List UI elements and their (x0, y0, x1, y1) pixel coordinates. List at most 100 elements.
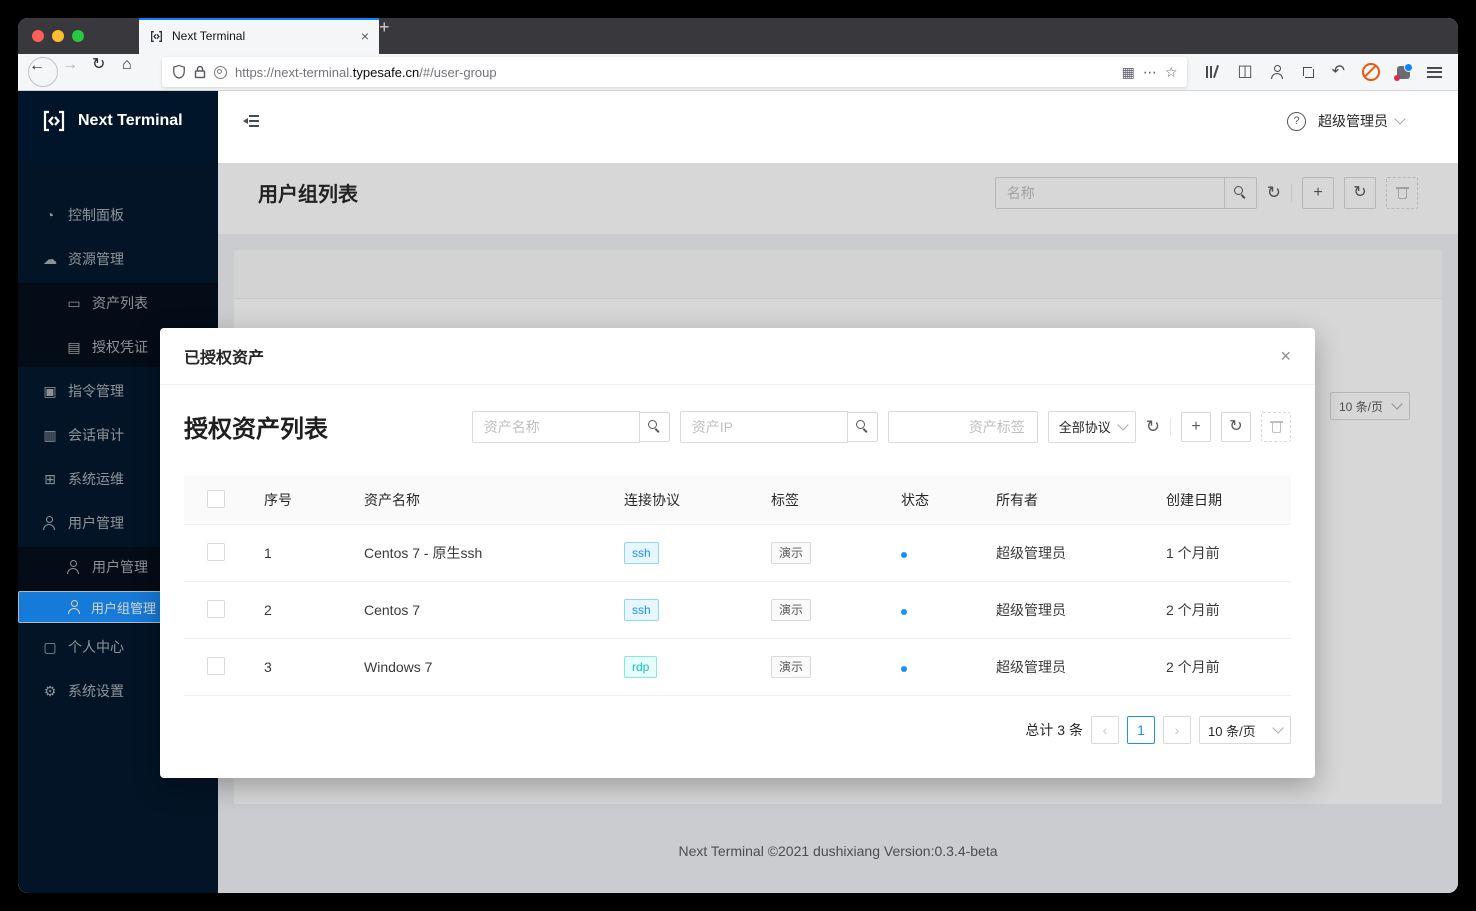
assets-table: 序号 资产名称 连接协议 标签 状态 所有者 创建日期 1 (184, 476, 1291, 696)
favicon-next-terminal (149, 29, 164, 44)
column-header: 序号 (248, 476, 348, 525)
reload-button[interactable]: ↻ (92, 57, 122, 87)
user-menu[interactable]: 超级管理员 (1318, 111, 1404, 131)
screenshot-icon[interactable] (1301, 65, 1315, 79)
permissions-icon[interactable] (214, 66, 227, 79)
asset-name-search-button[interactable] (640, 412, 670, 442)
account-icon[interactable] (1270, 65, 1284, 79)
undo-icon[interactable]: ↶ (1332, 64, 1345, 80)
cell-owner: 超级管理员 (980, 582, 1150, 639)
lock-icon[interactable] (194, 65, 206, 79)
logo-text: Next Terminal (78, 112, 183, 130)
bookmark-star-icon[interactable]: ☆ (1165, 65, 1178, 79)
label-tag: 演示 (771, 542, 811, 564)
macos-zoom-button[interactable] (72, 30, 84, 42)
qr-grid-icon[interactable]: ▦ (1122, 65, 1135, 79)
cell-asset-name: Windows 7 (348, 639, 608, 696)
pagination: 总计 3 条 ‹ 1 › 10 条/页 (184, 716, 1291, 744)
next-page-button[interactable]: › (1163, 716, 1191, 744)
modal-header: 已授权资产 × (160, 328, 1315, 385)
column-header: 资产名称 (348, 476, 608, 525)
page-actions-icon[interactable]: ⋯ (1143, 65, 1157, 79)
protocol-tag: rdp (624, 656, 657, 678)
chevron-down-icon (1117, 419, 1128, 430)
search-icon (856, 420, 869, 433)
blocked-icon[interactable] (1362, 63, 1380, 81)
table-header-row: 序号 资产名称 连接协议 标签 状态 所有者 创建日期 (184, 476, 1291, 525)
asset-filters: 全部协议 ↻ + ↻ (472, 411, 1291, 443)
asset-name-search-group (472, 411, 670, 443)
cell-no: 3 (248, 639, 348, 696)
cell-created: 1 个月前 (1150, 525, 1291, 582)
titlebar: Next Terminal × + (18, 18, 1458, 54)
new-tab-button[interactable]: + (379, 18, 413, 54)
protocol-tag: ssh (624, 599, 659, 621)
pagination-total: 总计 3 条 (1025, 720, 1083, 740)
row-checkbox[interactable] (207, 657, 225, 675)
toolbar-divider (1170, 418, 1171, 436)
sidebar-toggle-icon[interactable]: ◫ (1237, 64, 1252, 80)
asset-tag-input[interactable] (888, 411, 1038, 443)
modal-add-button[interactable]: + (1181, 412, 1211, 442)
asset-ip-input[interactable] (680, 411, 848, 443)
trash-icon (1271, 420, 1282, 433)
macos-close-button[interactable] (32, 30, 44, 42)
status-dot (901, 609, 907, 615)
macos-minimize-button[interactable] (52, 30, 64, 42)
asset-name-input[interactable] (472, 411, 640, 443)
cell-asset-name: Centos 7 - 原生ssh (348, 525, 608, 582)
help-icon[interactable]: ? (1287, 112, 1306, 131)
back-button[interactable]: ← (28, 57, 58, 87)
collapse-menu-icon[interactable] (243, 115, 259, 127)
cell-no: 2 (248, 582, 348, 639)
page-1-button[interactable]: 1 (1127, 716, 1155, 744)
row-checkbox[interactable] (207, 600, 225, 618)
tab-title: Next Terminal (172, 29, 353, 43)
app: Next Terminal ◔ 控制面板 ☁ 资源管理 ▭ 资产列表 (18, 91, 1458, 893)
modal-sync-icon-button[interactable]: ↻ (1146, 418, 1160, 435)
chevron-down-icon (1272, 722, 1283, 733)
menu-icon[interactable] (1427, 67, 1442, 78)
table-row[interactable]: 3 Windows 7 rdp 演示 超级管理员 2 个月前 (184, 639, 1291, 696)
protocol-select[interactable]: 全部协议 (1048, 411, 1136, 443)
row-checkbox[interactable] (207, 543, 225, 561)
cell-no: 1 (248, 525, 348, 582)
tab-close-icon[interactable]: × (361, 29, 369, 43)
asset-ip-search-group (680, 411, 878, 443)
library-icon[interactable] (1205, 65, 1220, 79)
home-button[interactable]: ⌂ (122, 57, 152, 87)
table-row[interactable]: 2 Centos 7 ssh 演示 超级管理员 2 个月前 (184, 582, 1291, 639)
table-row[interactable]: 1 Centos 7 - 原生ssh ssh 演示 超级管理员 1 个月前 (184, 525, 1291, 582)
chevron-down-icon (1394, 114, 1405, 125)
extension-icon[interactable] (1397, 66, 1410, 79)
current-user-label: 超级管理员 (1318, 111, 1388, 131)
modal-page-size-select[interactable]: 10 条/页 (1199, 716, 1291, 744)
asset-ip-search-button[interactable] (848, 412, 878, 442)
cell-created: 2 个月前 (1150, 639, 1291, 696)
modal-refresh-button[interactable]: ↻ (1221, 412, 1251, 442)
forward-button[interactable]: → (62, 57, 92, 87)
modal-close-icon[interactable]: × (1280, 347, 1291, 365)
app-header: ? 超级管理员 (218, 91, 1458, 152)
toolbar-right: ◫ ↶ (1197, 63, 1448, 81)
url-path: /#/user-group (419, 65, 496, 80)
label-tag: 演示 (771, 656, 811, 678)
url-domain: typesafe.cn (353, 65, 420, 80)
browser-tab[interactable]: Next Terminal × (139, 18, 379, 54)
status-dot (901, 552, 907, 558)
modal-delete-button[interactable] (1261, 412, 1291, 442)
modal-body: 授权资产列表 全部协议 (160, 385, 1315, 768)
url-text[interactable]: https://next-terminal.typesafe.cn/#/user… (235, 65, 497, 80)
label-tag: 演示 (771, 599, 811, 621)
url-bar[interactable]: https://next-terminal.typesafe.cn/#/user… (162, 57, 1187, 87)
column-header: 状态 (885, 476, 980, 525)
protocol-tag: ssh (624, 542, 659, 564)
shield-icon[interactable] (172, 64, 186, 80)
next-terminal-logo-icon (40, 107, 68, 135)
navigation-toolbar: ← → ↻ ⌂ https://next-terminal.typesafe.c… (18, 54, 1458, 91)
browser-window: Next Terminal × + ← → ↻ ⌂ https://next-t… (18, 18, 1458, 893)
prev-page-button[interactable]: ‹ (1091, 716, 1119, 744)
cell-owner: 超级管理员 (980, 525, 1150, 582)
select-all-checkbox[interactable] (207, 490, 225, 508)
column-header: 连接协议 (608, 476, 755, 525)
